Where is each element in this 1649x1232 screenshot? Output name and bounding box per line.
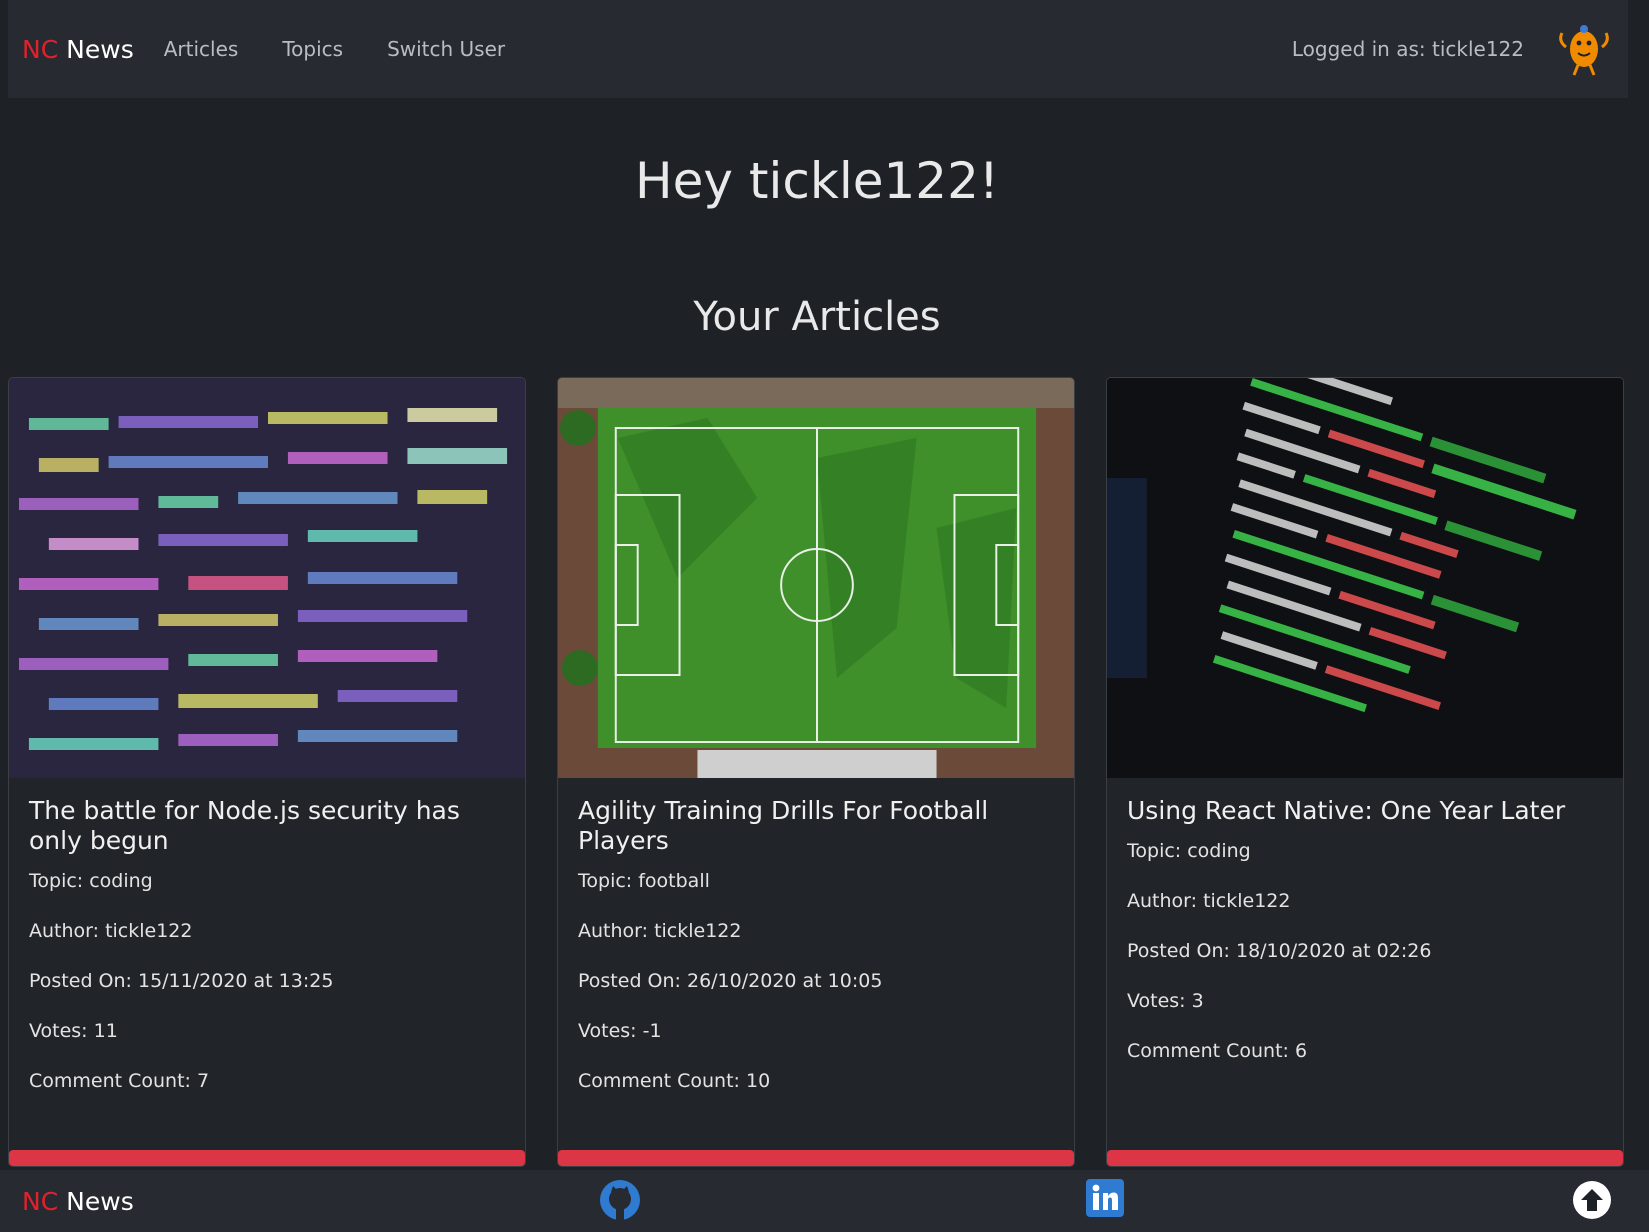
top-navbar: NC News Articles Topics Switch User Logg…	[8, 0, 1628, 98]
article-comment-count: Comment Count: 10	[578, 1070, 771, 1092]
visit-article-button[interactable]: Visit Article	[558, 1150, 1074, 1166]
user-area: Logged in as: tickle122	[1292, 19, 1628, 79]
article-author: Author: tickle122	[1127, 890, 1291, 912]
greeting-heading: Hey tickle122!	[635, 152, 999, 210]
article-posted-date: Posted On: 15/11/2020 at 13:25	[29, 970, 334, 992]
linkedin-icon[interactable]	[1086, 1179, 1124, 1217]
nav-link-articles[interactable]: Articles	[164, 37, 239, 61]
brand-news: News	[66, 34, 134, 64]
article-author: Author: tickle122	[29, 920, 193, 942]
article-card: The battle for Node.js security has only…	[8, 377, 526, 1167]
article-image-code	[9, 378, 525, 778]
article-card: Agility Training Drills For Football Pla…	[557, 377, 1075, 1167]
article-comment-count: Comment Count: 7	[29, 1070, 210, 1092]
logged-in-label: Logged in as: tickle122	[1291, 37, 1524, 61]
scroll-up-icon[interactable]	[1572, 1180, 1612, 1220]
article-title[interactable]: The battle for Node.js security has only…	[29, 796, 505, 856]
article-image-code-screen	[1107, 378, 1623, 778]
article-title[interactable]: Using React Native: One Year Later	[1127, 796, 1603, 826]
brand-nc: NC	[22, 34, 59, 64]
article-title[interactable]: Agility Training Drills For Football Pla…	[578, 796, 1054, 856]
footer: NC News	[0, 1170, 1649, 1232]
article-author: Author: tickle122	[578, 920, 742, 942]
card-body: The battle for Node.js security has only…	[9, 778, 525, 1118]
article-card: Using React Native: One Year Later Topic…	[1106, 377, 1624, 1167]
section-title: Your Articles	[693, 294, 941, 340]
article-votes: Votes: 11	[29, 1020, 118, 1042]
nav-link-topics[interactable]: Topics	[282, 37, 343, 61]
card-body: Agility Training Drills For Football Pla…	[558, 778, 1074, 1118]
article-topic: Topic: coding	[1127, 840, 1251, 862]
footer-brand[interactable]: NC News	[22, 1187, 134, 1216]
nav-link-switch-user[interactable]: Switch User	[387, 37, 505, 61]
github-icon[interactable]	[598, 1178, 642, 1222]
article-comment-count: Comment Count: 6	[1127, 1040, 1308, 1062]
article-topic: Topic: football	[578, 870, 710, 892]
brand-logo[interactable]: NC News	[22, 35, 134, 64]
footer-brand-nc: NC	[22, 1186, 59, 1216]
footer-brand-news: News	[66, 1186, 134, 1216]
visit-article-button[interactable]: Visit Article	[9, 1150, 525, 1166]
article-votes: Votes: -1	[578, 1020, 662, 1042]
user-avatar-icon[interactable]	[1554, 19, 1614, 79]
article-posted-date: Posted On: 26/10/2020 at 10:05	[578, 970, 883, 992]
card-body: Using React Native: One Year Later Topic…	[1107, 778, 1623, 1088]
article-votes: Votes: 3	[1127, 990, 1204, 1012]
article-topic: Topic: coding	[29, 870, 153, 892]
article-posted-date: Posted On: 18/10/2020 at 02:26	[1127, 940, 1432, 962]
visit-article-button[interactable]: Visit Article	[1107, 1150, 1623, 1166]
article-image-football-pitch	[558, 378, 1074, 778]
